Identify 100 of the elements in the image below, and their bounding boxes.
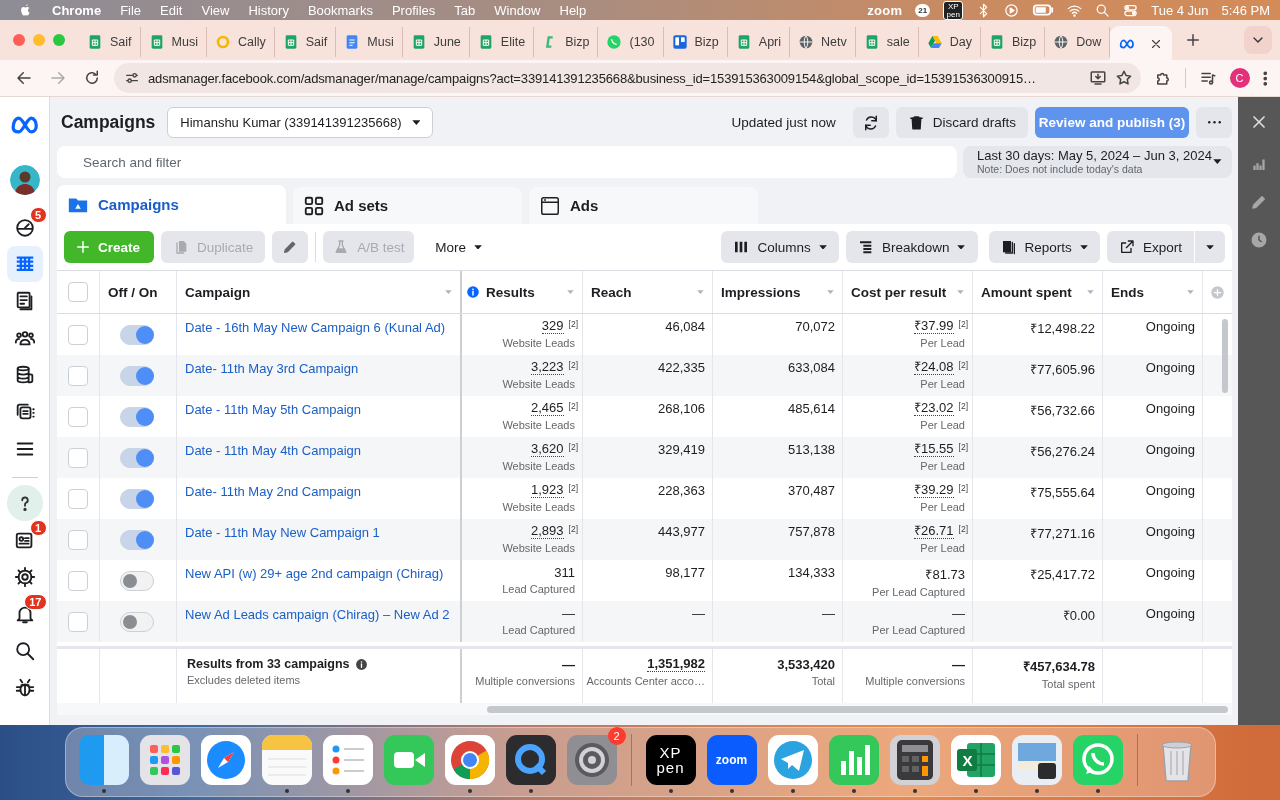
export-menu-button[interactable] xyxy=(1195,231,1225,263)
toggle-switch[interactable] xyxy=(120,407,154,427)
dock-app-icon[interactable]: XP pen xyxy=(644,734,697,786)
toggle-switch[interactable] xyxy=(120,366,154,386)
browser-tab[interactable]: Bizp xyxy=(663,27,728,57)
sort-caret-icon[interactable] xyxy=(827,289,834,295)
row-checkbox[interactable] xyxy=(68,570,88,591)
metric-value: Ongoing xyxy=(1145,360,1195,375)
search-icon[interactable] xyxy=(1095,2,1111,18)
address-bar[interactable]: adsmanager.facebook.com/adsmanager/manage/campaigns?act=339141391235668&business_id=153915363009154&global_scope_id=15391536300915… xyxy=(114,63,1141,93)
dock-app-icon[interactable]: X xyxy=(949,734,1002,786)
account-dropdown[interactable]: Himanshu Kumar (339141391235668) xyxy=(167,107,434,138)
column-header[interactable]: Cost per result xyxy=(851,284,952,300)
browser-tab[interactable]: Day xyxy=(918,27,981,57)
dock-app-icon[interactable] xyxy=(1010,734,1063,786)
browser-tab[interactable]: Musi xyxy=(140,27,207,57)
discard-drafts-button[interactable]: Discard drafts xyxy=(895,107,1028,138)
toggle-switch[interactable] xyxy=(120,571,154,591)
campaign-name-link[interactable]: Date - 11th May 4th Campaign xyxy=(185,443,362,478)
campaign-name-link[interactable]: Date - 16th May New Campaign 6 (Kunal Ad) xyxy=(185,320,446,355)
toggle-switch[interactable] xyxy=(120,489,154,509)
browser-tab[interactable]: Musi xyxy=(336,27,403,57)
browser-tab[interactable] xyxy=(1110,26,1173,62)
sort-caret-icon[interactable] xyxy=(1187,289,1194,295)
level-tab[interactable]: Campaigns xyxy=(57,185,286,224)
browser-tab[interactable]: Cally xyxy=(206,27,275,57)
refresh-button[interactable] xyxy=(852,107,889,138)
sort-caret-icon[interactable] xyxy=(445,289,452,295)
toggle-switch[interactable] xyxy=(120,530,154,550)
search-field[interactable]: Search and filter xyxy=(57,146,957,178)
vertical-scrollbar[interactable] xyxy=(1222,319,1228,393)
browser-tab[interactable]: sale xyxy=(855,27,919,57)
column-header[interactable]: Results xyxy=(486,284,562,300)
columns-button[interactable]: Columns xyxy=(721,231,839,263)
install-app-icon[interactable] xyxy=(1088,69,1107,87)
tablet-status-icon[interactable]: XP pen xyxy=(943,0,964,20)
breakdown-button[interactable]: Breakdown xyxy=(845,231,978,263)
more-menu-button[interactable]: More xyxy=(421,231,497,263)
date-range-picker[interactable]: Last 30 days: May 5, 2024 – Jun 3, 2024 Note: Does not include today's data xyxy=(963,146,1232,178)
column-header[interactable]: Reach xyxy=(591,284,692,300)
window-control[interactable] xyxy=(53,34,65,46)
browser-tab[interactable]: (130 xyxy=(598,27,664,57)
column-header[interactable]: Impressions xyxy=(721,284,822,300)
campaign-name-link[interactable]: Date- 11th May 2nd Campaign xyxy=(185,484,362,519)
campaign-name-link[interactable]: Date- 11th May 3rd Campaign xyxy=(185,361,359,396)
metric-value: 2,893 xyxy=(531,524,564,539)
window-control[interactable] xyxy=(13,34,25,46)
toggle-switch[interactable] xyxy=(120,448,154,468)
row-checkbox[interactable] xyxy=(68,365,88,386)
campaign-name-link[interactable]: Date - 11th May New Campaign 1 xyxy=(185,525,380,560)
toggle-switch[interactable] xyxy=(120,612,154,632)
dock-app-icon[interactable]: zoom xyxy=(705,734,758,786)
sort-caret-icon[interactable] xyxy=(567,289,574,295)
bookmark-star-icon[interactable] xyxy=(1114,69,1133,87)
browser-tab[interactable]: Bizp xyxy=(980,27,1046,57)
notification-badge: 17 xyxy=(24,594,47,610)
profile-avatar[interactable]: C xyxy=(1229,68,1250,88)
column-header[interactable]: Campaign xyxy=(185,284,440,300)
browser-tab[interactable]: Saif xyxy=(79,27,141,57)
reports-button[interactable]: Reports xyxy=(988,231,1100,263)
row-checkbox[interactable] xyxy=(68,488,88,509)
status-count-icon[interactable]: 21 xyxy=(915,3,931,17)
select-all-checkbox[interactable] xyxy=(68,282,88,302)
control-center-icon[interactable] xyxy=(1123,2,1139,18)
sort-caret-icon[interactable] xyxy=(1087,289,1094,295)
level-tab[interactable]: Ads xyxy=(529,187,758,224)
browser-tab[interactable]: Bizp xyxy=(534,27,599,57)
pencil-icon[interactable] xyxy=(1250,193,1268,211)
caret-icon xyxy=(1205,244,1215,250)
browser-tab[interactable]: Saif xyxy=(274,27,337,57)
sort-caret-icon[interactable] xyxy=(957,289,964,295)
campaign-name-link[interactable]: New API (w) 29+ age 2nd campaign (Chirag) xyxy=(185,566,444,601)
column-header[interactable]: Ends xyxy=(1111,284,1182,300)
row-checkbox[interactable] xyxy=(68,406,88,427)
profile-avatar[interactable] xyxy=(9,165,40,195)
dock-app-icon[interactable] xyxy=(888,734,941,786)
toggle-switch[interactable] xyxy=(120,325,154,345)
campaign-name-link[interactable]: New Ad Leads campaign (Chirag) – New Ad 2 xyxy=(185,607,450,642)
horizontal-scrollbar[interactable] xyxy=(487,706,1228,713)
campaign-name-link[interactable]: Date - 11th May 5th Campaign xyxy=(185,402,362,437)
browser-tab[interactable]: Elite xyxy=(469,27,535,57)
site-settings-icon[interactable] xyxy=(124,70,140,86)
row-checkbox[interactable] xyxy=(68,529,88,550)
export-button[interactable]: Export xyxy=(1106,231,1194,263)
row-checkbox[interactable] xyxy=(68,324,88,345)
level-tab[interactable]: Ad sets xyxy=(293,187,522,224)
tab-search-button[interactable] xyxy=(1244,26,1272,54)
column-header[interactable]: Off / On xyxy=(108,284,168,300)
column-header[interactable]: Amount spent xyxy=(981,284,1082,300)
row-checkbox[interactable] xyxy=(68,447,88,468)
row-checkbox[interactable] xyxy=(68,611,88,632)
browser-tab[interactable]: June xyxy=(402,27,470,57)
dock-app-icon[interactable] xyxy=(504,734,557,786)
sort-caret-icon[interactable] xyxy=(697,289,704,295)
add-column-icon[interactable] xyxy=(1210,284,1225,300)
browser-tab[interactable]: Netv xyxy=(790,27,856,57)
sidebar-item[interactable] xyxy=(6,485,43,521)
play-icon[interactable] xyxy=(1004,2,1020,18)
browser-tab[interactable]: Apri xyxy=(727,27,791,57)
clock-icon[interactable] xyxy=(1250,231,1268,249)
